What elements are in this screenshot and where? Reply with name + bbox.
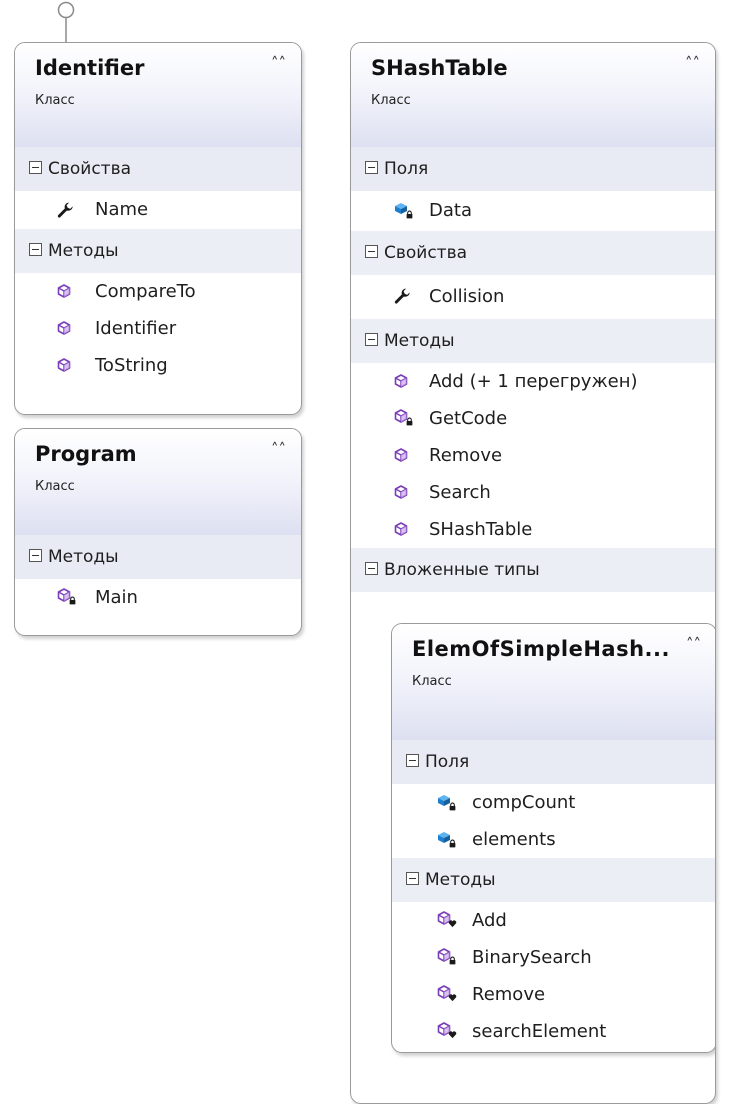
- member-row[interactable]: Data: [351, 191, 715, 231]
- cube-icon: [393, 521, 409, 537]
- member-row[interactable]: searchElement: [392, 1013, 715, 1050]
- class-kind: Класс: [412, 674, 452, 689]
- class-kind: Класс: [35, 479, 75, 494]
- minus-toggle-icon[interactable]: [406, 753, 419, 767]
- section-properties[interactable]: Свойства: [351, 231, 715, 275]
- section-fields[interactable]: Поля: [351, 147, 715, 191]
- member-row[interactable]: CompareTo: [15, 273, 301, 310]
- member-row[interactable]: ToString: [15, 347, 301, 384]
- class-title: Identifier: [35, 56, 145, 80]
- member-row[interactable]: Name: [15, 191, 301, 229]
- heart-icon: [448, 919, 457, 928]
- cube-icon: [393, 373, 409, 389]
- minus-toggle-icon[interactable]: [29, 548, 42, 562]
- minus-toggle-icon[interactable]: [29, 160, 42, 174]
- cube-icon: [393, 484, 409, 500]
- member-row[interactable]: SHashTable: [351, 511, 715, 548]
- section-methods[interactable]: Методы: [392, 858, 715, 902]
- cube-icon: [56, 320, 72, 336]
- lock-icon: [68, 596, 77, 605]
- class-header[interactable]: Program Класс ˄˄: [15, 429, 301, 535]
- heart-icon: [448, 1030, 457, 1039]
- member-row[interactable]: compCount: [392, 784, 715, 821]
- member-row[interactable]: Add (+ 1 перегружен): [351, 363, 715, 400]
- class-title: Program: [35, 442, 137, 466]
- class-elem-of-simple-hash[interactable]: ElemOfSimpleHash... Класс ˄˄ Поля compCo…: [391, 623, 715, 1053]
- lock-icon: [448, 802, 457, 811]
- lock-icon: [448, 956, 457, 965]
- collapse-icon[interactable]: ˄˄: [685, 54, 700, 72]
- collapse-icon[interactable]: ˄˄: [686, 635, 701, 653]
- member-row[interactable]: Remove: [351, 437, 715, 474]
- class-header[interactable]: Identifier Класс ˄˄: [15, 43, 301, 147]
- section-nested-types[interactable]: Вложенные типы: [351, 548, 715, 592]
- wrench-icon: [56, 201, 74, 219]
- member-row[interactable]: Add: [392, 902, 715, 939]
- member-row[interactable]: Identifier: [15, 310, 301, 347]
- class-title: SHashTable: [371, 56, 508, 80]
- collapse-icon[interactable]: ˄˄: [271, 54, 286, 72]
- member-row[interactable]: Main: [15, 579, 301, 616]
- cube-icon: [56, 283, 72, 299]
- member-row[interactable]: BinarySearch: [392, 939, 715, 976]
- minus-toggle-icon[interactable]: [406, 871, 419, 885]
- minus-toggle-icon[interactable]: [365, 332, 378, 346]
- lock-icon: [405, 417, 414, 426]
- member-row[interactable]: elements: [392, 821, 715, 858]
- lock-icon: [405, 210, 414, 219]
- minus-toggle-icon[interactable]: [365, 160, 378, 174]
- section-methods[interactable]: Методы: [15, 229, 301, 273]
- class-header[interactable]: ElemOfSimpleHash... Класс ˄˄: [392, 624, 715, 740]
- member-row[interactable]: Search: [351, 474, 715, 511]
- class-shashtable[interactable]: SHashTable Класс ˄˄ Поля Data Свойства C…: [350, 42, 716, 1104]
- section-methods[interactable]: Методы: [351, 319, 715, 363]
- cube-icon: [393, 447, 409, 463]
- heart-icon: [448, 993, 457, 1002]
- collapse-icon[interactable]: ˄˄: [271, 440, 286, 458]
- class-program[interactable]: Program Класс ˄˄ Методы Main: [14, 428, 302, 636]
- cube-icon: [56, 357, 72, 373]
- wrench-icon: [393, 287, 411, 305]
- lock-icon: [448, 839, 457, 848]
- minus-toggle-icon[interactable]: [29, 242, 42, 256]
- class-title: ElemOfSimpleHash...: [412, 637, 670, 661]
- class-header[interactable]: SHashTable Класс ˄˄: [351, 43, 715, 147]
- member-row[interactable]: Collision: [351, 275, 715, 319]
- member-row[interactable]: GetCode: [351, 400, 715, 437]
- interface-lollipop-icon: [57, 1, 75, 48]
- section-fields[interactable]: Поля: [392, 740, 715, 784]
- section-methods[interactable]: Методы: [15, 535, 301, 579]
- section-properties[interactable]: Свойства: [15, 147, 301, 191]
- class-kind: Класс: [35, 93, 75, 108]
- class-kind: Класс: [371, 93, 411, 108]
- member-row[interactable]: Remove: [392, 976, 715, 1013]
- minus-toggle-icon[interactable]: [365, 561, 378, 575]
- class-identifier[interactable]: Identifier Класс ˄˄ Свойства Name Методы…: [14, 42, 302, 415]
- minus-toggle-icon[interactable]: [365, 244, 378, 258]
